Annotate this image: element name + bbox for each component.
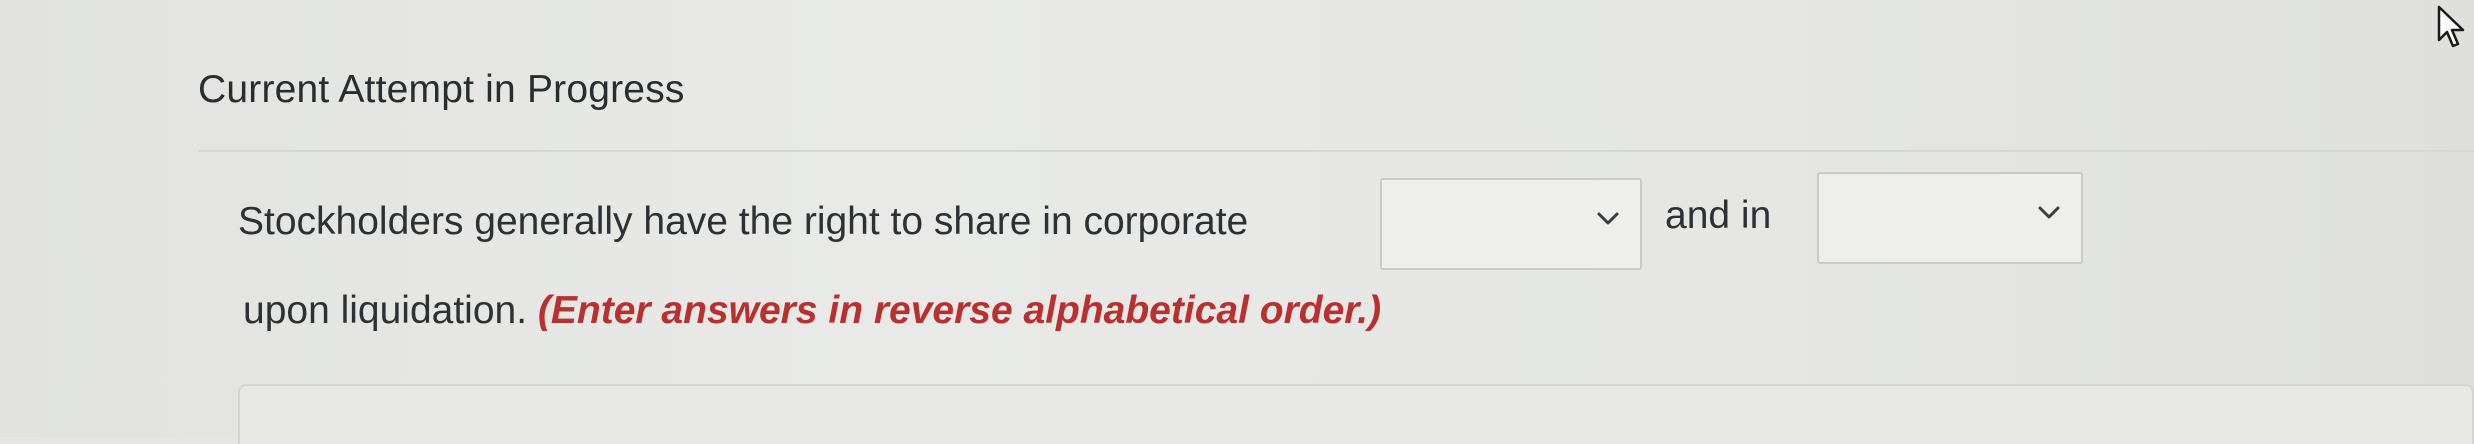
mouse-pointer-icon [2437,5,2465,48]
question-text-line-2: upon liquidation. (Enter answers in reve… [243,289,1381,333]
question-text-part-3: upon liquidation. [243,289,528,332]
instruction-text: (Enter answers in reverse alphabetical o… [537,289,1382,332]
chevron-down-icon [2038,206,2060,219]
question-text-part-1: Stockholders generally have the right to… [238,200,1249,243]
answer-dropdown-1[interactable] [1380,178,1642,270]
answer-panel [238,384,2474,444]
answer-dropdown-2[interactable] [1817,172,2083,264]
page-background: Current Attempt in Progress Stockholders… [0,0,2474,444]
heading-divider [198,150,2474,152]
chevron-down-icon [1597,212,1619,225]
question-text-part-2: and in [1665,194,1772,237]
page-title: Current Attempt in Progress [198,68,685,111]
